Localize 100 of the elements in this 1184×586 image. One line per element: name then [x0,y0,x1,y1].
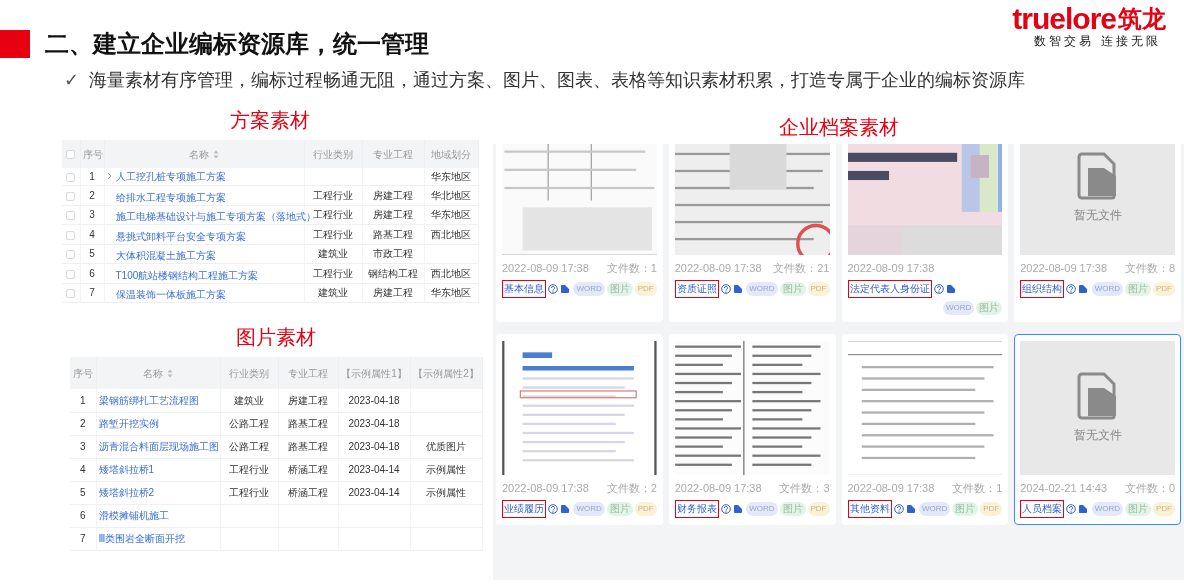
archive-card[interactable]: 暂无文件 2022-08-09 17:38 文件数：8 组织结构 WORD 图片 PDF [1014,144,1181,322]
help-icon [1066,284,1077,294]
help-icon [933,284,944,294]
table-cell: 工程行业 [229,487,269,498]
checkbox[interactable] [66,211,76,221]
help-icon [548,504,558,514]
name-link[interactable]: 梁钢筋绑扎工艺流程图 [98,392,199,408]
slide-title: 二、建立企业编标资源库，统一管理 [45,30,429,58]
archive-card[interactable]: 2022-08-09 17:38 法定代表人身份证 WORD 图片 [841,144,1009,322]
card-date: 2022-08-09 17:38 [1020,261,1108,275]
table-cell: 示例属性 [426,464,466,475]
row-number: 7 [79,533,86,544]
category-link[interactable]: 法定代表人身份证 [847,280,932,298]
table-cell: 桥涵工程 [288,487,328,498]
name-link[interactable]: 路堑开挖实例 [98,416,159,431]
name-link[interactable]: 人工挖孔桩专项施工方案 [115,168,226,184]
help-icon [893,504,904,514]
file-count: 文件数：2 [606,481,657,495]
row-number: 3 [89,209,95,221]
table-cell: 建筑业 [318,287,348,299]
row-number: 1 [89,171,95,182]
table-cell: 房建工程 [373,189,413,201]
row-number: 2 [89,189,95,201]
table-cell: 桥涵工程 [288,464,328,475]
table-cell: 华东地区 [431,209,471,221]
file-count: 文件数：0 [1124,481,1175,495]
category-link[interactable]: 组织结构 [1020,280,1065,298]
row-number: 1 [79,394,86,406]
accent-bar [0,30,30,58]
help-icon [1066,504,1077,514]
column-header: 行业类别 [229,367,269,379]
table-cell: 优质图片 [426,441,466,452]
checkbox[interactable] [66,150,76,160]
checkbox[interactable] [66,269,76,279]
card-date: 2024-02-21 14:43 [1020,481,1108,495]
table-cell: 华东地区 [431,287,471,299]
table-cell: 公路工程 [229,441,269,452]
file-count: 文件数：21 [773,261,830,275]
name-link[interactable]: T100航站楼钢结构工程施工方案 [115,267,259,283]
checkbox[interactable] [66,172,76,182]
name-link[interactable]: 给排水工程专项施工方案 [115,189,226,205]
column-header: 专业工程 [288,367,328,379]
row-number: 5 [89,248,95,260]
empty-text: 暂无文件 [1073,427,1122,444]
section-heading: 图片素材 [235,325,317,349]
logo-wordmark: 筑龙 [1118,4,1166,34]
table-cell: 工程行业 [229,464,269,475]
name-link[interactable]: 保温装饰一体板施工方案 [115,287,226,302]
table-cell: 西北地区 [431,228,471,240]
row-number: 7 [89,287,95,299]
check-mark: ✓ [64,69,80,92]
archive-card[interactable]: 2022-08-09 17:38 文件数：1 其他资料 WORD 图片 PDF [841,334,1009,525]
name-link[interactable]: 滑模摊铺机施工 [98,508,169,523]
row-number: 4 [79,464,86,475]
archive-card[interactable]: 2022-08-09 17:38 文件数：1 基本信息 WORD 图片 PDF [496,144,663,322]
row-number: 6 [79,510,86,521]
category-link[interactable]: 财务报表 [674,500,719,518]
name-link[interactable]: 矮塔斜拉桥2 [98,485,155,500]
name-link[interactable]: 沥青混合料面层现场施工图 [98,439,219,454]
bullet-text: 海量素材有序管理，编标过程畅通无阻，通过方案、图片、图表、表格等知识素材积累，打造专属于企业的编标资源库 [89,69,1026,92]
archive-card[interactable]: 2022-08-09 17:38 文件数：21 资质证照 WORD 图片 PDF [668,144,836,322]
column-header: 行业类别 [313,148,353,160]
category-link[interactable]: 基本信息 [502,280,546,298]
table-cell: 华东地区 [431,171,471,182]
file-count: 文件数：3 [779,481,830,495]
file-count: 文件数：8 [1124,261,1175,275]
name-link[interactable]: 大体积混凝土施工方案 [115,248,216,263]
name-link[interactable]: Ⅲ类围岩全断面开挖 [98,531,186,546]
table-cell: 房建工程 [288,394,328,406]
archive-card[interactable]: 2022-08-09 17:38 文件数：2 业绩履历 WORD 图片 PDF [496,334,663,525]
table-cell: 建筑业 [318,248,348,260]
row-number: 5 [79,487,86,498]
card-date: 2022-08-09 17:38 [674,261,762,275]
checkbox[interactable] [66,191,76,201]
table-cell: 工程行业 [313,209,353,221]
table-cell: 2023-04-18 [348,394,400,406]
checkbox[interactable] [66,250,76,260]
table-cell: 2023-04-18 [348,418,400,429]
card-date: 2022-08-09 17:38 [674,481,762,495]
name-link[interactable]: 矮塔斜拉桥1 [98,462,155,477]
archive-card[interactable]: 暂无文件 2024-02-21 14:43 文件数：0 人员档案 WORD 图片 PDF [1014,334,1181,525]
category-link[interactable]: 业绩履历 [502,500,546,518]
archive-card[interactable]: 2022-08-09 17:38 文件数：3 财务报表 WORD 图片 PDF [668,334,836,525]
checkbox[interactable] [66,230,76,240]
empty-text: 暂无文件 [1073,207,1122,224]
table-cell: 市政工程 [373,248,413,260]
table-cell: 钢结构工程 [368,267,418,279]
table-cell: 工程行业 [313,189,353,201]
section-heading: 方案素材 [229,108,311,132]
logo-wordmark: truelore [1012,4,1116,34]
row-number: 3 [79,441,86,452]
card-date: 2022-08-09 17:38 [502,261,589,275]
column-header: 名称 [189,147,209,162]
category-link[interactable]: 其他资料 [847,500,892,518]
category-link[interactable]: 人员档案 [1020,500,1065,518]
file-count: 文件数：1 [952,481,1003,495]
checkbox[interactable] [66,289,76,299]
category-link[interactable]: 资质证照 [674,280,719,298]
column-header: 序号 [82,148,103,160]
name-link[interactable]: 悬挑式卸料平台安全专项方案 [115,228,246,244]
